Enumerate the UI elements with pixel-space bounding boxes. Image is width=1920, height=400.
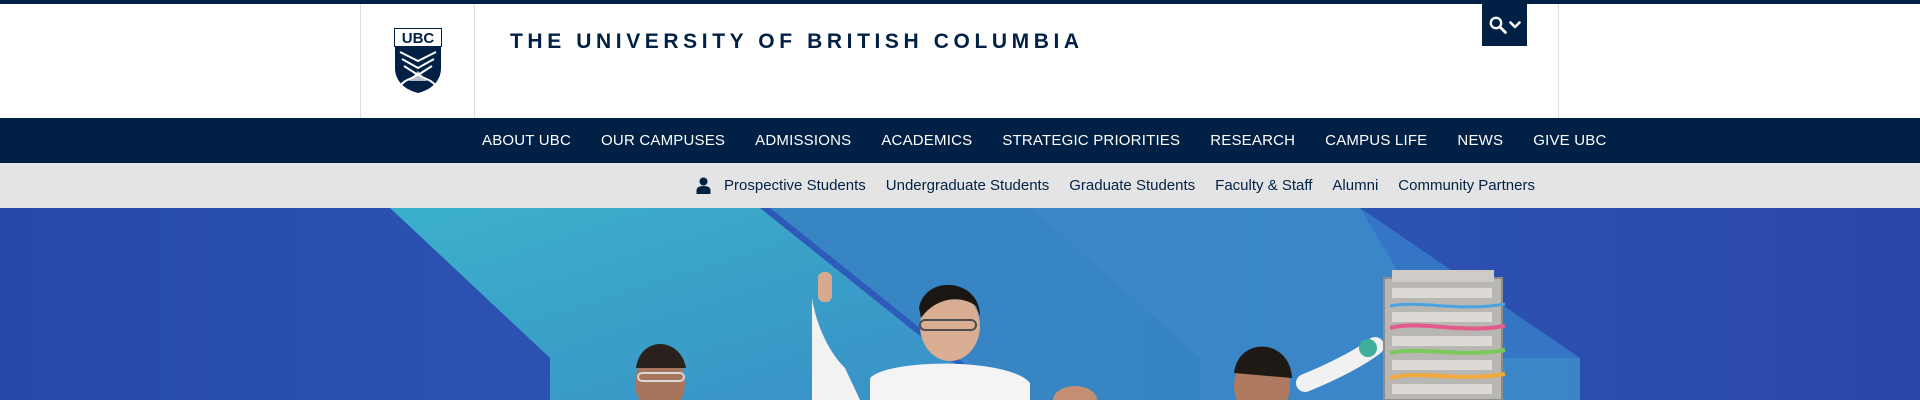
search-icon xyxy=(1489,16,1507,34)
site-header: UBC THE UNIVERSITY OF BRITISH COLUMBIA xyxy=(0,4,1920,118)
lab-equipment-rack xyxy=(1383,270,1506,400)
hero-photo xyxy=(0,208,1920,400)
logo-link[interactable]: UBC xyxy=(360,4,475,118)
hero-banner-image xyxy=(0,208,1920,400)
audience-link-faculty-staff[interactable]: Faculty & Staff xyxy=(1215,177,1312,194)
nav-item-give-ubc[interactable]: GIVE UBC xyxy=(1533,132,1606,149)
audience-link-graduate-students[interactable]: Graduate Students xyxy=(1069,177,1195,194)
audience-link-alumni[interactable]: Alumni xyxy=(1332,177,1378,194)
search-toggle-button[interactable] xyxy=(1482,4,1527,46)
nav-item-research[interactable]: RESEARCH xyxy=(1210,132,1295,149)
chevron-down-icon xyxy=(1508,21,1521,29)
ubc-crest-logo: UBC xyxy=(394,28,442,93)
nav-item-campus-life[interactable]: CAMPUS LIFE xyxy=(1325,132,1427,149)
audience-link-undergraduate-students[interactable]: Undergraduate Students xyxy=(886,177,1049,194)
nav-item-about-ubc[interactable]: ABOUT UBC xyxy=(482,132,571,149)
nav-item-academics[interactable]: ACADEMICS xyxy=(881,132,972,149)
crest-lettering: UBC xyxy=(402,30,435,47)
site-title[interactable]: THE UNIVERSITY OF BRITISH COLUMBIA xyxy=(510,30,1084,54)
audience-link-community-partners[interactable]: Community Partners xyxy=(1398,177,1535,194)
header-divider xyxy=(1558,4,1559,118)
nav-item-news[interactable]: NEWS xyxy=(1457,132,1503,149)
nav-item-our-campuses[interactable]: OUR CAMPUSES xyxy=(601,132,725,149)
nav-item-admissions[interactable]: ADMISSIONS xyxy=(755,132,851,149)
primary-navigation: ABOUT UBC OUR CAMPUSES ADMISSIONS ACADEM… xyxy=(0,118,1920,163)
person-icon xyxy=(696,177,711,194)
audience-navigation: Prospective Students Undergraduate Stude… xyxy=(0,163,1920,208)
researcher-figure xyxy=(635,344,686,400)
nav-item-strategic-priorities[interactable]: STRATEGIC PRIORITIES xyxy=(1002,132,1180,149)
audience-link-prospective-students[interactable]: Prospective Students xyxy=(724,177,866,194)
